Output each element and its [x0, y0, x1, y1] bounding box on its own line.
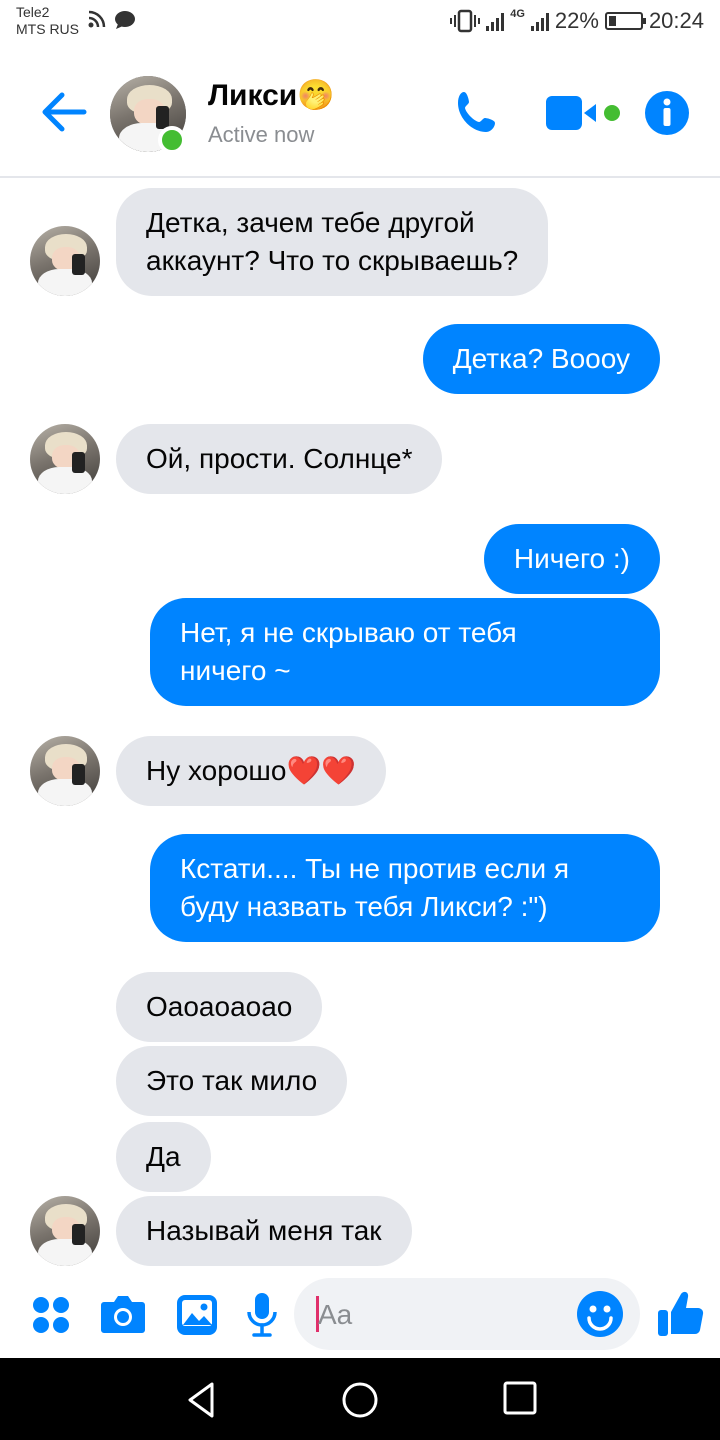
contact-name[interactable]: Ликси🤭 — [208, 78, 335, 113]
recents-square-icon[interactable] — [502, 1380, 538, 1416]
message-incoming[interactable]: Да — [116, 1122, 211, 1192]
message-text: Детка, зачем тебе другой — [146, 207, 475, 238]
message-text: ничего ~ — [180, 655, 291, 686]
message-text: Нет, я не скрываю от тебя — [180, 617, 517, 648]
message-text: Кстати.... Ты не против если я — [180, 853, 570, 884]
vibrate-icon — [450, 9, 481, 33]
message-incoming[interactable]: Детка, зачем тебе другой аккаунт? Что то… — [116, 188, 549, 296]
battery-percent: 22% — [554, 8, 599, 33]
message-text: Детка? Воооу — [452, 343, 630, 374]
message-text: Называй меня так — [146, 1215, 382, 1246]
message-outgoing[interactable]: Кстати.... Ты не против если я буду назв… — [150, 834, 660, 942]
message-text: аккаунт? Что то скрываешь? — [146, 245, 519, 276]
message-incoming[interactable]: Оаоаоаоао — [116, 972, 323, 1042]
sender-avatar[interactable] — [30, 736, 100, 806]
battery-icon — [604, 12, 646, 30]
arrow-left-icon[interactable] — [38, 90, 88, 134]
video-camera-icon[interactable] — [544, 94, 624, 134]
message-outgoing[interactable]: Детка? Воооу — [422, 324, 660, 394]
carrier-label: Tele2 MTS RUS — [16, 4, 79, 38]
signal-icon — [486, 11, 505, 31]
network-type: 4G — [510, 8, 525, 20]
microphone-icon[interactable] — [246, 1292, 278, 1338]
message-text: Да — [146, 1141, 181, 1172]
carrier-line-2: MTS RUS — [16, 21, 79, 37]
message-outgoing[interactable]: Ничего :) — [483, 524, 660, 594]
emoji-icon[interactable] — [576, 1290, 624, 1338]
camera-icon[interactable] — [100, 1294, 146, 1334]
carrier-line-1: Tele2 — [16, 4, 50, 20]
back-triangle-icon[interactable] — [182, 1380, 222, 1420]
message-incoming[interactable]: Ой, прости. Солнце* — [116, 424, 443, 494]
message-text: Оаоаоаоао — [146, 991, 293, 1022]
message-incoming[interactable]: Называй меня так — [116, 1196, 412, 1266]
message-outgoing[interactable]: Нет, я не скрываю от тебя ничего ~ — [150, 598, 660, 706]
message-incoming[interactable]: Ну хорошо❤️❤️ — [116, 736, 387, 806]
sender-avatar[interactable] — [30, 226, 100, 296]
phone-icon[interactable] — [452, 88, 502, 138]
message-text: Ничего :) — [513, 543, 630, 574]
apps-icon[interactable] — [32, 1296, 70, 1334]
clock: 20:24 — [648, 8, 704, 33]
sender-avatar[interactable] — [30, 1196, 100, 1266]
message-text: Ну хорошо❤️❤️ — [146, 755, 357, 786]
status-bar: Tele2 MTS RUS 4G 22% 20:24 — [0, 0, 720, 56]
thumbs-up-icon[interactable] — [656, 1288, 704, 1338]
message-incoming[interactable]: Это так мило — [116, 1046, 348, 1116]
message-text: буду назвать тебя Ликси? :") — [180, 891, 548, 922]
chat-notification-icon — [115, 11, 135, 29]
info-icon[interactable] — [644, 90, 690, 136]
message-text: Ой, прости. Солнце* — [146, 443, 413, 474]
rss-icon — [88, 10, 106, 28]
online-indicator — [158, 126, 186, 154]
sender-avatar[interactable] — [30, 424, 100, 494]
message-composer: Aa — [0, 1270, 720, 1358]
signal-icon-2 — [530, 11, 549, 31]
home-circle-icon[interactable] — [340, 1380, 380, 1420]
system-nav-bar — [0, 1358, 720, 1440]
message-text: Это так мило — [146, 1065, 318, 1096]
gallery-icon[interactable] — [176, 1294, 218, 1336]
message-input-placeholder: Aa — [318, 1299, 353, 1330]
chat-header: Ликси🤭 Active now — [0, 56, 720, 178]
contact-status: Active now — [208, 122, 315, 147]
